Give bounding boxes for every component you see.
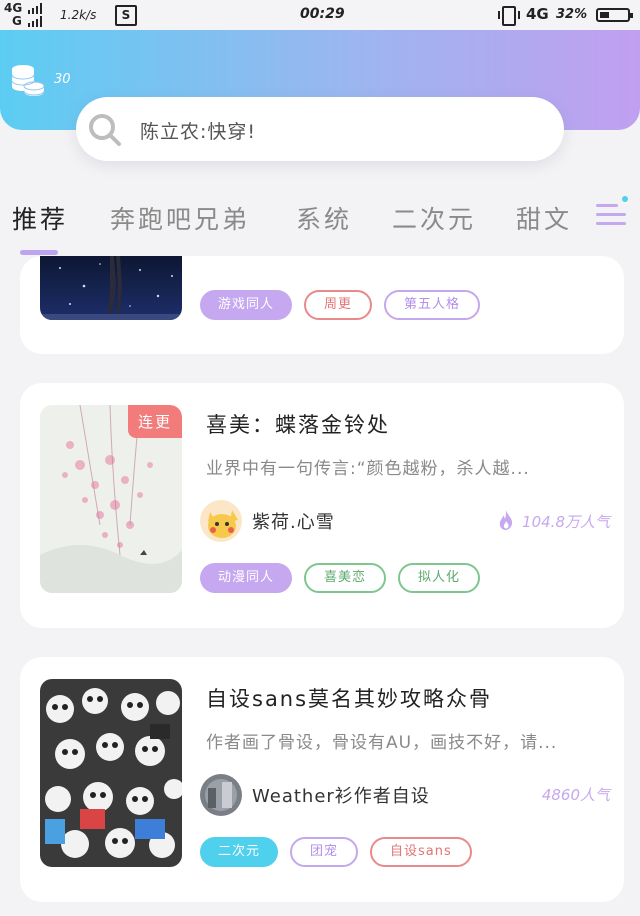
battery-percent: 32%	[556, 7, 588, 22]
tag[interactable]: 拟人化	[398, 563, 481, 593]
signal-icon: 4G G	[0, 0, 56, 30]
network-type: 4G	[526, 5, 549, 23]
signal-group: 4G G	[0, 0, 56, 30]
search-input[interactable]: 陈立农:快穿!	[140, 117, 256, 144]
tag[interactable]: 团宠	[290, 837, 359, 867]
novel-title[interactable]: 自设sans莫名其妙攻略众骨	[206, 683, 492, 713]
avatar[interactable]	[200, 774, 242, 816]
menu-icon[interactable]	[594, 196, 630, 232]
tab-system[interactable]: 系统	[296, 200, 352, 236]
tag[interactable]: 动漫同人	[200, 563, 293, 593]
battery-icon	[596, 8, 633, 22]
tab-anime[interactable]: 二次元	[392, 200, 476, 236]
novel-cover[interactable]: 连更	[40, 405, 182, 593]
flame-icon	[499, 510, 513, 530]
novel-description: 作者画了骨设，骨设有AU，画技不好，请...	[206, 733, 558, 753]
search-bar[interactable]: 陈立农:快穿!	[76, 97, 564, 161]
tag[interactable]: 第五人格	[384, 290, 481, 320]
tag[interactable]: 二次元	[200, 837, 279, 867]
network-speed: 1.2k/s	[60, 8, 97, 22]
tag[interactable]: 自设sans	[370, 837, 472, 867]
popularity-text: 104.8万人气	[522, 513, 610, 531]
novel-title[interactable]: 喜美：蝶落金铃处	[206, 409, 390, 439]
novel-card-2[interactable]: 连更 喜美：蝶落金铃处 业界中有一句传言:“颜色越粉，杀人越... 紫荷.心雪 …	[20, 383, 624, 628]
network-label-2: G	[12, 14, 22, 28]
coin-stack-icon[interactable]	[10, 62, 46, 98]
tag[interactable]: 喜美恋	[304, 563, 387, 593]
novel-description: 业界中有一句传言:“颜色越粉，杀人越...	[206, 459, 530, 479]
popularity-count: 4860人气	[541, 786, 610, 804]
coin-count: 30	[54, 72, 71, 87]
tag[interactable]: 周更	[304, 290, 373, 320]
author-row: 紫荷.心雪 104.8万人气	[200, 500, 610, 544]
clock: 00:29	[300, 6, 345, 22]
author-row: Weather衫作者自设 4860人气	[200, 774, 610, 818]
sim-icon: S	[115, 5, 137, 26]
vibrate-icon	[498, 6, 520, 26]
tab-active-indicator	[20, 250, 58, 255]
tag-list: 游戏同人 周更 第五人格	[200, 290, 481, 320]
tag-list: 动漫同人 喜美恋 拟人化	[200, 563, 481, 593]
tab-romance[interactable]: 甜文	[516, 200, 572, 236]
novel-card-3[interactable]: 自设sans莫名其妙攻略众骨 作者画了骨设，骨设有AU，画技不好，请... We…	[20, 657, 624, 902]
tag[interactable]: 游戏同人	[200, 290, 293, 320]
tag-list: 二次元 团宠 自设sans	[200, 837, 472, 867]
serial-badge: 连更	[127, 405, 182, 438]
status-bar: 4G G 1.2k/s S 00:29 4G 32%	[0, 0, 640, 30]
novel-cover[interactable]	[40, 679, 182, 867]
novel-card-1[interactable]: 游戏同人 周更 第五人格	[20, 256, 624, 354]
category-tabs: 推荐 奔跑吧兄弟 系统 二次元 甜文	[0, 186, 640, 256]
tab-recommend[interactable]: 推荐	[12, 200, 68, 236]
author-name[interactable]: 紫荷.心雪	[252, 508, 335, 534]
search-icon	[89, 114, 121, 146]
novel-cover[interactable]	[40, 256, 182, 320]
author-name[interactable]: Weather衫作者自设	[252, 782, 430, 808]
popularity-count: 104.8万人气	[498, 510, 610, 532]
tab-running-man[interactable]: 奔跑吧兄弟	[110, 200, 250, 236]
network-label-1: 4G	[4, 1, 23, 15]
avatar[interactable]	[200, 500, 242, 542]
